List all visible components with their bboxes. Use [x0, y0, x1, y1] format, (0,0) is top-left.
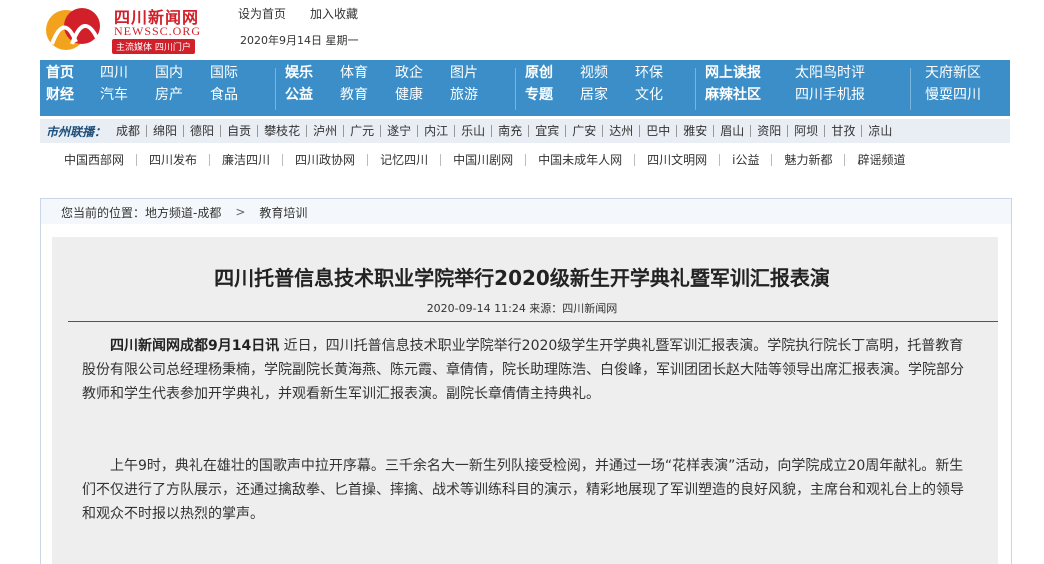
- nav-item[interactable]: 食品: [210, 87, 265, 103]
- site-logo[interactable]: 四川新闻网 NEWSSC.ORG 主流媒体 四川门户: [40, 2, 215, 54]
- nav-item[interactable]: 专题: [525, 87, 580, 103]
- partner-link[interactable]: 中国未成年人网: [525, 154, 634, 166]
- partner-link[interactable]: 中国西部网: [40, 154, 136, 166]
- partner-link[interactable]: 廉洁四川: [209, 154, 282, 166]
- nav-item[interactable]: 国内: [155, 65, 210, 81]
- city-link[interactable]: 达州: [602, 125, 639, 137]
- nav-item[interactable]: 娱乐: [285, 65, 340, 81]
- city-link[interactable]: 南充: [491, 125, 528, 137]
- partner-link[interactable]: 四川发布: [136, 154, 209, 166]
- logo-tagline: 主流媒体 四川门户: [112, 39, 195, 54]
- city-link[interactable]: 自贡: [220, 125, 257, 137]
- nav-item[interactable]: 财经: [46, 87, 101, 103]
- article-title: 四川托普信息技术职业学院举行2020级新生开学典礼暨军训汇报表演: [214, 266, 830, 290]
- city-link[interactable]: 甘孜: [824, 125, 861, 137]
- nav-item[interactable]: 环保: [635, 65, 690, 81]
- nav-item[interactable]: 文化: [635, 87, 690, 103]
- partner-link[interactable]: 四川文明网: [634, 154, 719, 166]
- nav-item[interactable]: 首页: [46, 65, 101, 81]
- nav-item[interactable]: 四川: [100, 65, 155, 81]
- article-lead: 四川新闻网成都9月14日讯: [110, 338, 280, 354]
- nav-item[interactable]: 原创: [525, 65, 580, 81]
- nav-separator: [910, 68, 911, 110]
- breadcrumb-separator: >: [235, 205, 246, 219]
- nav-item[interactable]: 政企: [395, 65, 450, 81]
- nav-group: 原创 专题: [525, 65, 580, 103]
- nav-group: 视频 环保 居家 文化: [580, 65, 690, 103]
- city-link[interactable]: 绵阳: [146, 125, 183, 137]
- partner-link[interactable]: 魅力新都: [771, 154, 844, 166]
- city-link[interactable]: 宜宾: [528, 125, 565, 137]
- city-bar-label: 市州联播：: [46, 124, 107, 139]
- city-link[interactable]: 资阳: [750, 125, 787, 137]
- city-link[interactable]: 泸州: [306, 125, 343, 137]
- nav-separator: [695, 68, 696, 110]
- partner-link[interactable]: i公益: [719, 154, 771, 166]
- nav-group: 体育 政企 图片教育 健康 旅游: [340, 65, 505, 103]
- nav-group: 四川 国内 国际汽车 房产 食品: [100, 65, 265, 103]
- add-favorite-link[interactable]: 加入收藏: [310, 5, 358, 22]
- city-bar: 市州联播： 成都 绵阳 德阳 自贡 攀枝花 泸州 广元 遂宁 内江 乐山 南充 宜宾 广安 达州 巴中 雅安眉…: [40, 119, 1010, 143]
- logo-english-name: NEWSSC.ORG: [114, 24, 202, 38]
- breadcrumb-location[interactable]: 您当前的位置：地方频道-成都: [41, 204, 221, 221]
- nav-separator: [275, 68, 276, 110]
- nav-item[interactable]: 房产: [155, 87, 210, 103]
- nav-item[interactable]: 教育: [340, 87, 395, 103]
- nav-item[interactable]: 居家: [580, 87, 635, 103]
- nav-group: 网上读报 麻辣社区: [705, 65, 761, 103]
- city-link[interactable]: 内江: [417, 125, 454, 137]
- nav-item[interactable]: 汽车: [100, 87, 155, 103]
- nav-item[interactable]: 天府新区: [925, 65, 981, 81]
- article-paragraph-1: 四川新闻网成都9月14日讯 近日，四川托普信息技术职业学院举行2020级学生开学…: [82, 334, 974, 406]
- nav-item[interactable]: 体育: [340, 65, 395, 81]
- city-link[interactable]: 眉山: [713, 125, 750, 137]
- nav-item[interactable]: 网上读报: [705, 65, 761, 81]
- set-homepage-link[interactable]: 设为首页: [238, 5, 286, 22]
- partner-link[interactable]: 中国川剧网: [440, 154, 525, 166]
- partner-link[interactable]: 辟谣频道: [844, 154, 917, 166]
- logo-mark-icon: [46, 8, 100, 50]
- nav-group: 天府新区 慢耍四川: [925, 65, 981, 103]
- breadcrumb: 您当前的位置：地方频道-成都 > 教育培训: [40, 198, 1012, 225]
- nav-item[interactable]: 慢耍四川: [925, 87, 981, 103]
- city-link[interactable]: 遂宁: [380, 125, 417, 137]
- partner-links-bar: 中国西部网 四川发布 廉洁四川 四川政协网 记忆四川 中国川剧网 中国未成年人网 四川文明网 i…: [40, 146, 1010, 174]
- nav-item[interactable]: 国际: [210, 65, 265, 81]
- city-link[interactable]: 广元: [343, 125, 380, 137]
- city-link[interactable]: 成都: [110, 125, 146, 137]
- nav-item[interactable]: 麻辣社区: [705, 87, 761, 103]
- nav-group: 首页 财经: [46, 65, 101, 103]
- article-meta: 2020-09-14 11:24 来源：四川新闻网: [426, 302, 618, 315]
- city-link[interactable]: 乐山: [454, 125, 491, 137]
- current-date: 2020年9月14日 星期一: [240, 34, 359, 47]
- article-paragraph-2: 上午9时，典礼在雄壮的国歌声中拉开序幕。三千余名大一新生列队接受检阅，并通过一场…: [82, 458, 964, 522]
- nav-group: 娱乐 公益: [285, 65, 340, 103]
- city-link[interactable]: 攀枝花: [257, 125, 306, 137]
- title-divider: [68, 321, 998, 322]
- city-link[interactable]: 凉山: [861, 125, 898, 137]
- nav-item[interactable]: 旅游: [450, 87, 505, 103]
- partner-link[interactable]: 四川政协网: [282, 154, 367, 166]
- nav-item[interactable]: 健康: [395, 87, 450, 103]
- main-nav: 首页 财经 四川 国内 国际 汽车 房产 食品 娱乐 公益 体育 政企 图片 教育 健康 旅游 原创 专题 视频 环保…: [40, 60, 1010, 116]
- nav-item[interactable]: 图片: [450, 65, 505, 81]
- nav-item[interactable]: 视频: [580, 65, 635, 81]
- city-link[interactable]: 德阳: [183, 125, 220, 137]
- nav-item[interactable]: 公益: [285, 87, 340, 103]
- nav-group: 太阳鸟时评四川手机报: [795, 65, 865, 103]
- top-links: 设为首页 加入收藏: [238, 5, 358, 22]
- nav-separator: [515, 68, 516, 110]
- city-link[interactable]: 广安: [565, 125, 602, 137]
- city-link[interactable]: 巴中: [639, 125, 676, 137]
- city-link[interactable]: 阿坝: [787, 125, 824, 137]
- partner-link[interactable]: 记忆四川: [367, 154, 440, 166]
- city-link[interactable]: 雅安: [676, 125, 713, 137]
- site-header: 四川新闻网 NEWSSC.ORG 主流媒体 四川门户 设为首页 加入收藏 202…: [40, 0, 1010, 60]
- nav-item[interactable]: 太阳鸟时评: [795, 65, 865, 81]
- breadcrumb-current[interactable]: 教育培训: [259, 204, 307, 221]
- nav-item[interactable]: 四川手机报: [795, 87, 865, 103]
